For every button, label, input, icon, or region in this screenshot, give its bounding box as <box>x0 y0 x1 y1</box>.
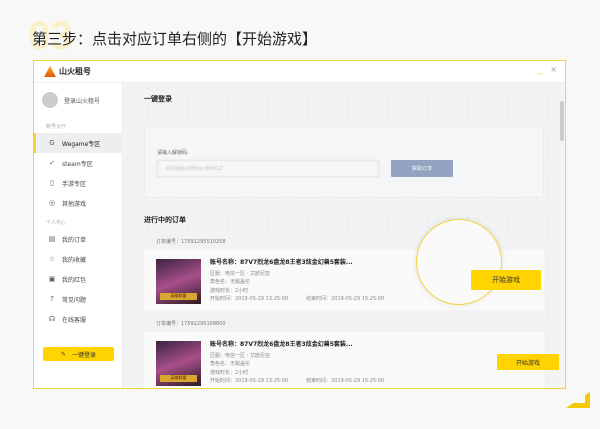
thumbnail-logo: 英雄联盟 <box>160 375 197 382</box>
account-name: 账号名称：87V7烈龙6盘龙8王者3炫金幻兽5套装... <box>210 341 353 348</box>
button-label: 一键登录 <box>72 351 97 359</box>
start-time: 开始时间：2019-05-29 13:25:00 <box>210 296 289 303</box>
account-name: 账号名称：87V7烈龙6盘龙8王者3炫金幻兽5套装... <box>210 259 353 266</box>
login-user[interactable]: 登录山火租号 <box>34 83 122 117</box>
orders-heading: 进行中的订单 <box>144 216 186 224</box>
highlight-circle <box>416 219 502 305</box>
app-name: 山火租号 <box>59 67 91 76</box>
avatar <box>42 92 58 108</box>
unlock-code-input[interactable]: A51bKb-DPHLk-RNH1Z <box>157 160 379 177</box>
sidebar-item-label: 手游专区 <box>62 180 87 188</box>
close-button[interactable]: × <box>550 65 557 74</box>
start-game-button-highlighted[interactable]: 开始游戏 <box>471 270 541 290</box>
page-title: 第三步：点击对应订单右侧的【开始游戏】 <box>32 30 318 48</box>
wegame-icon: G <box>49 139 55 147</box>
role-name: 角色名：无敌盖伦 <box>210 279 251 286</box>
gamepad-icon: ◎ <box>48 199 56 207</box>
star-icon: ☆ <box>48 255 56 263</box>
steam-icon: ✓ <box>49 159 55 167</box>
sidebar-item-orders[interactable]: ▤ 我的订单 <box>34 229 122 249</box>
sidebar-item-label: 其他游戏 <box>62 200 87 208</box>
sidebar-item-mobile[interactable]: ▯ 手游专区 <box>34 173 122 193</box>
corner-decoration <box>566 392 590 408</box>
title-bar: 山火租号 _ × <box>34 61 565 83</box>
code-label: 请输入解锁码: <box>157 150 189 156</box>
login-text: 登录山火租号 <box>64 97 101 105</box>
sidebar-item-faq[interactable]: ? 常见问题 <box>34 289 122 309</box>
flame-icon <box>44 66 56 77</box>
order-icon: ▤ <box>48 235 56 243</box>
sidebar-item-label: 我的红包 <box>62 276 87 284</box>
server: 区服：电信一区 - 艾欧尼亚 <box>210 270 270 277</box>
start-game-button[interactable]: 开始游戏 <box>497 354 559 370</box>
sidebar-item-label: Wegame专区 <box>62 140 101 148</box>
end-time: 结束时间：2019-05-29 15:25:00 <box>306 378 385 385</box>
order-number: 订单编号：17591295109600 <box>144 315 544 332</box>
sidebar-item-label: 我的收藏 <box>62 256 87 264</box>
section-label: 个人中心 <box>46 220 67 226</box>
app-window: 山火租号 _ × 登录山火租号 账号大厅 G Wegame专区 ✓ steam专区 ▯… <box>33 60 566 389</box>
redpacket-icon: ▣ <box>48 275 56 283</box>
sidebar-item-other[interactable]: ◎ 其他游戏 <box>34 193 122 213</box>
game-thumbnail: 英雄联盟 <box>156 259 201 304</box>
end-time: 结束时间：2019-05-29 15:25:00 <box>306 296 385 303</box>
thumbnail-logo: 英雄联盟 <box>160 293 197 300</box>
sidebar-item-label: 我的订单 <box>62 236 87 244</box>
sidebar-item-label: 常见问题 <box>62 296 87 304</box>
server: 区服：电信一区 - 艾欧尼亚 <box>210 352 270 359</box>
sidebar-item-label: steam专区 <box>62 160 93 168</box>
section-heading: 一键登录 <box>144 95 172 103</box>
unlock-code-panel: 请输入解锁码: A51bKb-DPHLk-RNH1Z 获取订单 <box>144 126 544 198</box>
one-click-login-button[interactable]: ✎ 一键登录 <box>43 347 114 361</box>
game-thumbnail: 英雄联盟 <box>156 341 201 386</box>
question-icon: ? <box>50 295 54 303</box>
start-time: 开始时间：2019-05-29 13:25:00 <box>210 378 289 385</box>
sidebar-item-label: 在线客服 <box>62 316 87 324</box>
sidebar-item-wegame[interactable]: G Wegame专区 <box>34 133 122 153</box>
headset-icon: ☊ <box>48 315 56 323</box>
section-label: 账号大厅 <box>46 124 67 130</box>
scrollbar-thumb[interactable] <box>560 101 564 141</box>
phone-icon: ▯ <box>50 179 54 187</box>
order-card: 订单编号：17591295109600 英雄联盟 账号名称：87V7烈龙6盘龙8… <box>144 315 559 388</box>
duration: 游戏时长：2小时 <box>210 369 249 376</box>
role-name: 角色名：无敌盖伦 <box>210 361 251 368</box>
app-logo: 山火租号 <box>44 66 91 77</box>
duration: 游戏时长：2小时 <box>210 287 249 294</box>
sidebar-item-steam[interactable]: ✓ steam专区 <box>34 153 122 173</box>
sidebar-item-redpacket[interactable]: ▣ 我的红包 <box>34 269 122 289</box>
sidebar-item-support[interactable]: ☊ 在线客服 <box>34 309 122 329</box>
sidebar: 登录山火租号 账号大厅 G Wegame专区 ✓ steam专区 ▯ 手游专区 ◎ 其他… <box>34 83 123 388</box>
pen-icon: ✎ <box>60 350 66 358</box>
minimize-button[interactable]: _ <box>538 65 542 74</box>
get-order-button[interactable]: 获取订单 <box>391 160 453 177</box>
scrollbar[interactable] <box>559 83 565 388</box>
sidebar-item-favorites[interactable]: ☆ 我的收藏 <box>34 249 122 269</box>
